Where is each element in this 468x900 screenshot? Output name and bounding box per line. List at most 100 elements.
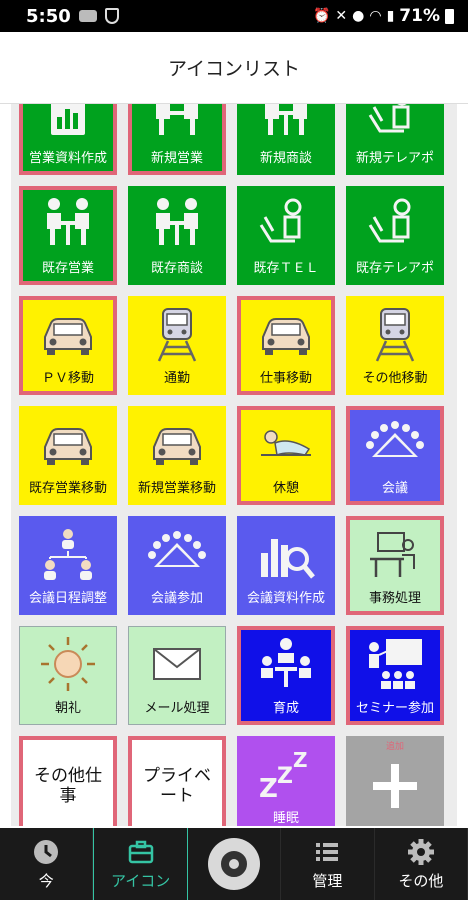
icon-tile[interactable]: 事務処理 (346, 516, 444, 615)
sleep-zzz-icon: ZZZ (237, 736, 335, 811)
icon-tile[interactable]: その他移動 (346, 296, 444, 395)
icon-tile[interactable]: 既存商談 (128, 186, 226, 285)
icon-tile-label: 会議日程調整 (28, 591, 107, 606)
icon-tile-label: 休憩 (272, 481, 299, 496)
icon-tile[interactable]: 既存営業 (19, 186, 117, 285)
icon-tile[interactable]: 会議 (346, 406, 444, 505)
icon-grid: 営業資料作成 新規営業 新規商談 新規テレアポ既存営業 既存商談 既存ＴＥＬ 既存テレアポ Ｐ… (19, 104, 444, 826)
icon-tile-other-work[interactable]: その他仕事 (19, 736, 117, 826)
icon-tile-label: 会議資料作成 (246, 591, 325, 606)
app-header: アイコンリスト (0, 32, 468, 104)
location-icon: ● (352, 8, 365, 24)
add-tile-button[interactable]: 追加 (346, 736, 444, 826)
icon-tile[interactable]: 既存営業移動 (19, 406, 117, 505)
icon-tile-label: その他移動 (362, 371, 428, 386)
nav-center-disc[interactable] (188, 828, 282, 900)
icon-tile-label: 朝礼 (54, 701, 81, 716)
train-icon (128, 296, 226, 371)
envelope-icon (128, 626, 226, 701)
alarm-icon: ⏰ (312, 8, 331, 24)
desk-worker-icon (346, 516, 444, 591)
icon-tile-sleep[interactable]: Z Z Z 睡眠 (237, 736, 335, 826)
briefcase-icon (128, 840, 153, 864)
clock-icon (34, 840, 59, 864)
mute-icon: ✕ (335, 8, 348, 24)
icon-tile[interactable]: 朝礼 (19, 626, 117, 725)
icon-tile-label: 仕事移動 (259, 371, 312, 386)
icon-tile-label: 睡眠 (272, 811, 299, 826)
battery-percent: 71% (399, 6, 440, 26)
icon-tile[interactable]: 仕事移動 (237, 296, 335, 395)
svg-text:Z: Z (277, 764, 293, 789)
train-icon (346, 296, 444, 371)
icon-tile[interactable]: メール処理 (128, 626, 226, 725)
icon-list-scroll-area[interactable]: 営業資料作成 新規営業 新規商談 新規テレアポ既存営業 既存商談 既存ＴＥＬ 既存テレアポ Ｐ… (11, 104, 457, 826)
status-time: 5:50 (26, 5, 71, 27)
icon-tile[interactable]: 既存ＴＥＬ (237, 186, 335, 285)
icon-tile[interactable]: 新規営業 (128, 104, 226, 175)
icon-tile[interactable]: 通勤 (128, 296, 226, 395)
svg-text:Z: Z (259, 774, 278, 803)
bottom-nav: 今 アイコン 管理 その他 (0, 828, 468, 900)
telephone-operator-icon (237, 186, 335, 261)
telephone-operator-icon (346, 104, 444, 151)
icon-tile-label: 既存商談 (150, 261, 203, 276)
team-network-icon (19, 516, 117, 591)
icon-tile-label: 新規営業移動 (137, 481, 216, 496)
nav-icons-label: アイコン (110, 872, 171, 890)
icon-tile[interactable]: 休憩 (237, 406, 335, 505)
battery-icon (445, 8, 454, 24)
icon-tile[interactable]: 新規営業移動 (128, 406, 226, 505)
icon-tile[interactable]: ＰＶ移動 (19, 296, 117, 395)
car-icon (237, 296, 335, 371)
icon-tile-label: 事務処理 (368, 591, 421, 606)
handshake-icon (128, 104, 226, 151)
meeting-icon (237, 104, 335, 151)
icon-tile[interactable]: 育成 (237, 626, 335, 725)
car-icon (128, 406, 226, 481)
icon-tile-label: 新規営業 (150, 151, 203, 166)
wifi-icon: ◠ (369, 8, 382, 24)
nav-manage-label: 管理 (312, 872, 343, 890)
nav-other-label: その他 (398, 872, 444, 890)
icon-tile[interactable]: 会議参加 (128, 516, 226, 615)
signal-icon: ▮ (386, 8, 395, 24)
icon-tile-label: 新規商談 (259, 151, 312, 166)
car-icon (19, 296, 117, 371)
list-icon (316, 843, 339, 861)
icon-tile-label: 既存営業移動 (28, 481, 107, 496)
icon-tile-label: 通勤 (163, 371, 190, 386)
nav-other[interactable]: その他 (375, 828, 468, 900)
icon-tile-private[interactable]: プライベート (128, 736, 226, 826)
nav-now-label: 今 (38, 872, 54, 890)
nav-manage[interactable]: 管理 (281, 828, 375, 900)
add-hint-label: 追加 (385, 742, 404, 752)
page-title: アイコンリスト (167, 58, 301, 80)
meeting-icon (128, 186, 226, 261)
icon-tile[interactable]: 営業資料作成 (19, 104, 117, 175)
telephone-operator-icon (346, 186, 444, 261)
nav-icons[interactable]: アイコン (93, 828, 188, 900)
icon-tile[interactable]: セミナー参加 (346, 626, 444, 725)
icon-tile[interactable]: 会議日程調整 (19, 516, 117, 615)
conference-table-icon (346, 406, 444, 481)
icon-tile[interactable]: 新規商談 (237, 104, 335, 175)
icon-tile-label: プライベート (143, 765, 211, 806)
gear-icon (407, 839, 434, 865)
resting-person-icon (237, 406, 335, 481)
icon-tile[interactable]: 既存テレアポ (346, 186, 444, 285)
icon-tile[interactable]: 会議資料作成 (237, 516, 335, 615)
icon-tile-label: その他仕事 (34, 765, 102, 806)
icon-tile-label: 育成 (272, 701, 299, 716)
sun-icon (19, 626, 117, 701)
icon-tile-label: 新規テレアポ (355, 151, 434, 166)
icon-tile-label: 既存テレアポ (355, 261, 434, 276)
icon-tile-label: セミナー参加 (355, 701, 434, 716)
icon-tile-label: 既存ＴＥＬ (253, 261, 319, 276)
icon-tile-label: 会議参加 (150, 591, 203, 606)
icon-tile-label: 会議 (381, 481, 408, 496)
nav-now[interactable]: 今 (0, 828, 94, 900)
seminar-presentation-icon (346, 626, 444, 701)
icon-tile[interactable]: 新規テレアポ (346, 104, 444, 175)
document-chart-icon (19, 104, 117, 151)
